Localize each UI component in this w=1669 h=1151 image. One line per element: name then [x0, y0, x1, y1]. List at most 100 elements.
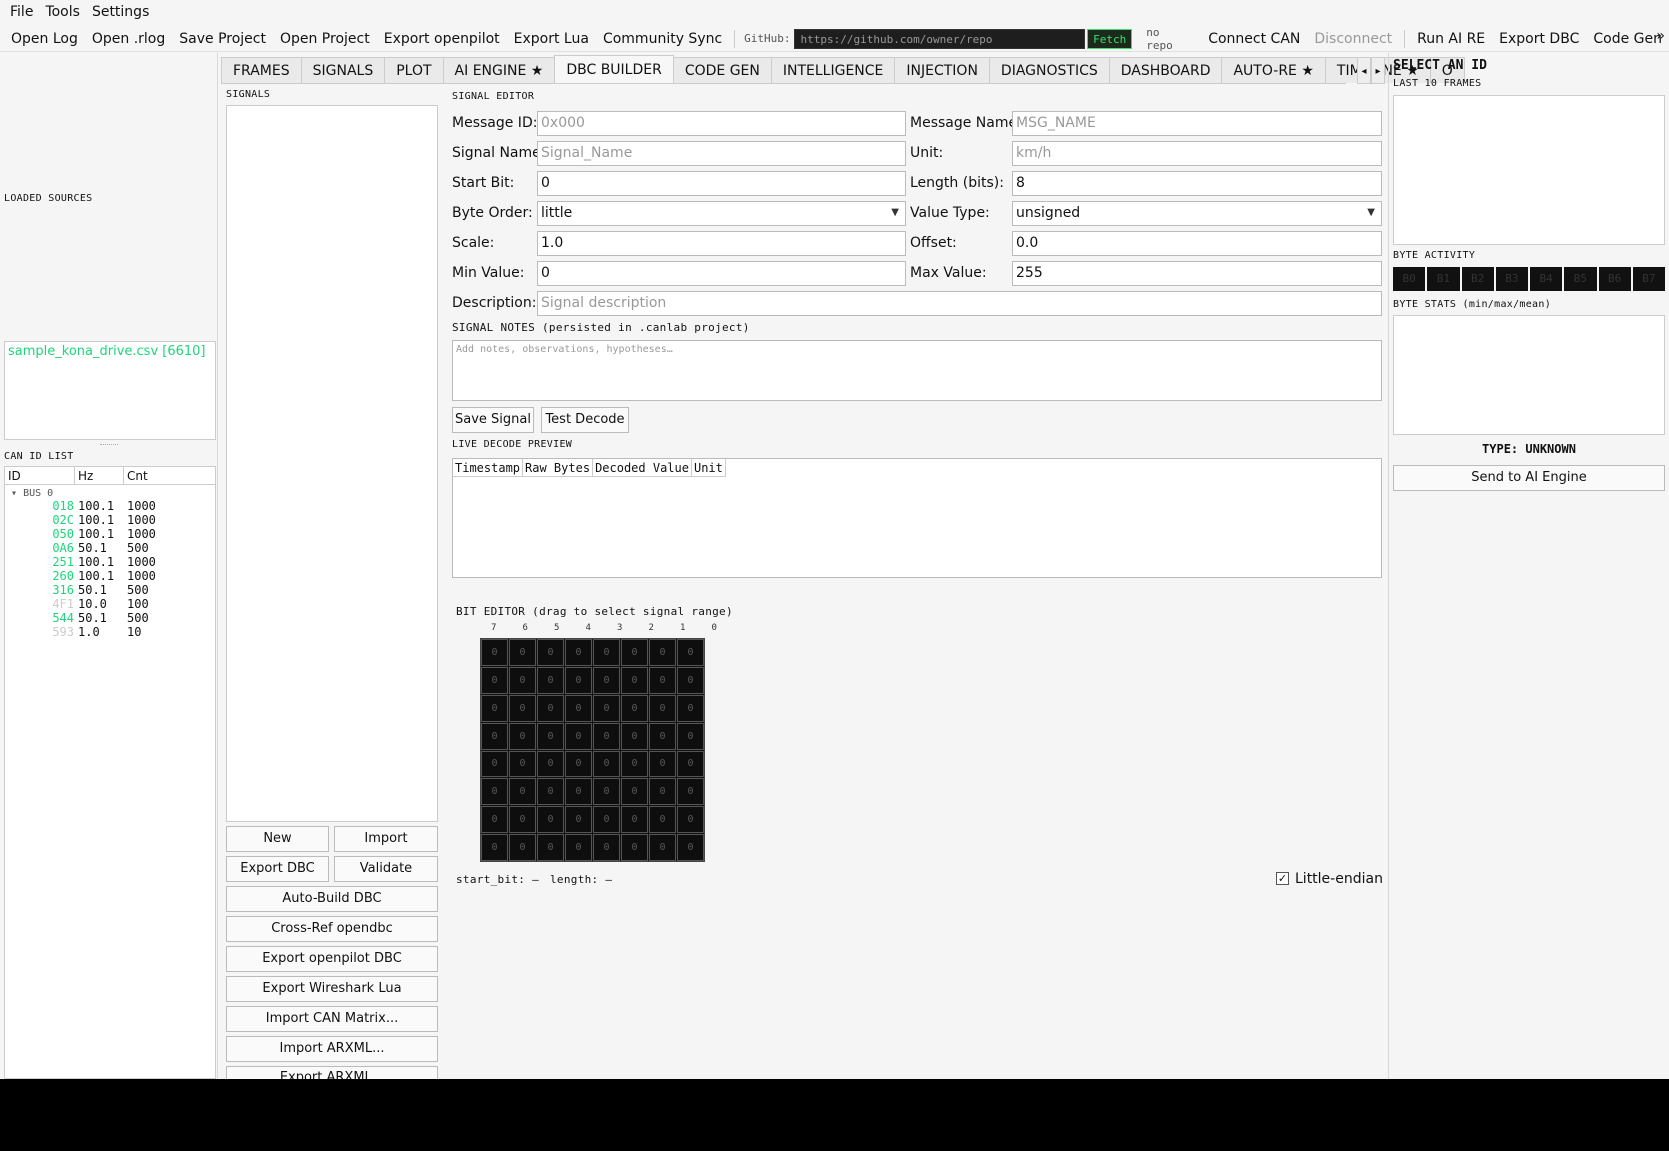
bit-cell[interactable]: 0 [621, 694, 648, 722]
bit-cell[interactable]: 0 [537, 778, 564, 806]
bit-cell[interactable]: 0 [509, 694, 536, 722]
offset-input[interactable]: 0.0 [1012, 231, 1382, 256]
send-to-ai-engine-button[interactable]: Send to AI Engine [1393, 465, 1665, 491]
can-id-row[interactable]: 0A6 50.1 500 [5, 541, 215, 555]
message-name-input[interactable]: MSG_NAME [1012, 111, 1382, 136]
max-value-input[interactable]: 255 [1012, 261, 1382, 286]
bit-cell[interactable]: 0 [621, 666, 648, 694]
scale-input[interactable]: 1.0 [537, 231, 906, 256]
bit-cell[interactable]: 0 [677, 750, 704, 778]
bit-grid[interactable]: 0000000000000000000000000000000000000000… [480, 638, 705, 862]
can-id-row[interactable]: 02C 100.1 1000 [5, 513, 215, 527]
splitter-handle[interactable] [100, 444, 118, 445]
open-log-button[interactable]: Open Log [4, 31, 85, 47]
bit-cell[interactable]: 0 [677, 666, 704, 694]
bit-cell[interactable]: 0 [481, 666, 508, 694]
byte-order-select[interactable]: little ▼ [537, 201, 906, 226]
bit-cell[interactable]: 0 [677, 639, 704, 666]
bit-cell[interactable]: 0 [509, 750, 536, 778]
tab-scroll-right-icon[interactable]: ▸ [1371, 57, 1385, 84]
open-project-button[interactable]: Open Project [273, 31, 377, 47]
bit-cell[interactable]: 0 [621, 722, 648, 750]
export-lua-button[interactable]: Export Lua [507, 31, 596, 47]
bit-cell[interactable]: 0 [621, 639, 648, 666]
tab-frames[interactable]: FRAMES [221, 57, 302, 83]
column-hz[interactable]: Hz [75, 466, 124, 485]
can-id-row[interactable]: 4F1 10.0 100 [5, 597, 215, 611]
cross-ref-opendbc-button[interactable]: Cross-Ref opendbc [226, 916, 438, 942]
tab-injection[interactable]: INJECTION [894, 57, 990, 83]
menu-file[interactable]: File [4, 4, 39, 20]
tab-plot[interactable]: PLOT [384, 57, 444, 83]
bit-cell[interactable]: 0 [677, 778, 704, 806]
community-sync-button[interactable]: Community Sync [596, 31, 729, 47]
tab-scroll-left-icon[interactable]: ◂ [1357, 57, 1371, 84]
export-openpilot-dbc-button[interactable]: Export openpilot DBC [226, 946, 438, 972]
bit-cell[interactable]: 0 [509, 834, 536, 861]
bit-cell[interactable]: 0 [565, 834, 592, 861]
export-dbc-button[interactable]: Export DBC [226, 856, 329, 882]
import-can-matrix-button[interactable]: Import CAN Matrix... [226, 1006, 438, 1032]
can-id-row[interactable]: 050 100.1 1000 [5, 527, 215, 541]
signal-name-input[interactable]: Signal_Name [537, 141, 906, 166]
bit-cell[interactable]: 0 [677, 722, 704, 750]
bit-cell[interactable]: 0 [649, 639, 676, 666]
export-openpilot-button[interactable]: Export openpilot [377, 31, 507, 47]
bit-cell[interactable]: 0 [481, 750, 508, 778]
column-unit[interactable]: Unit [691, 459, 726, 477]
export-wireshark-lua-button[interactable]: Export Wireshark Lua [226, 976, 438, 1002]
bit-cell[interactable]: 0 [649, 666, 676, 694]
can-id-row[interactable]: 593 1.0 10 [5, 625, 215, 639]
bit-cell[interactable]: 0 [593, 778, 620, 806]
length-input[interactable]: 8 [1012, 171, 1382, 196]
signals-list[interactable] [226, 105, 438, 822]
last-frames-list[interactable] [1393, 95, 1665, 245]
bit-cell[interactable]: 0 [677, 694, 704, 722]
little-endian-checkbox[interactable]: ✓ [1276, 872, 1289, 885]
bit-cell[interactable]: 0 [565, 722, 592, 750]
tab-ai-engine[interactable]: AI ENGINE ★ [442, 57, 556, 83]
min-value-input[interactable]: 0 [537, 261, 906, 286]
bit-cell[interactable]: 0 [565, 806, 592, 834]
can-id-row[interactable]: 251 100.1 1000 [5, 555, 215, 569]
import-button[interactable]: Import [334, 826, 438, 852]
bit-cell[interactable]: 0 [677, 806, 704, 834]
tab-code-gen[interactable]: CODE GEN [672, 57, 772, 83]
can-id-row[interactable]: 544 50.1 500 [5, 611, 215, 625]
bit-cell[interactable]: 0 [565, 750, 592, 778]
bit-cell[interactable]: 0 [537, 694, 564, 722]
live-decode-table[interactable]: Timestamp Raw Bytes Decoded Value Unit [452, 458, 1382, 578]
column-decoded-value[interactable]: Decoded Value [593, 459, 692, 477]
value-type-select[interactable]: unsigned ▼ [1012, 201, 1382, 226]
auto-build-dbc-button[interactable]: Auto-Build DBC [226, 886, 438, 912]
validate-button[interactable]: Validate [334, 856, 438, 882]
bit-cell[interactable]: 0 [481, 778, 508, 806]
can-id-row[interactable]: 316 50.1 500 [5, 583, 215, 597]
bit-cell[interactable]: 0 [593, 806, 620, 834]
export-dbc-toolbar-button[interactable]: Export DBC [1492, 31, 1586, 47]
bit-cell[interactable]: 0 [593, 666, 620, 694]
bit-cell[interactable]: 0 [593, 639, 620, 666]
bit-cell[interactable]: 0 [565, 778, 592, 806]
bit-cell[interactable]: 0 [593, 694, 620, 722]
bus-node[interactable]: ▾ BUS 0 [5, 485, 215, 499]
column-id[interactable]: ID [5, 466, 75, 485]
can-id-tree[interactable]: ID Hz Cnt ▾ BUS 0 018 100.1 1000 02C 100.1 10… [4, 466, 216, 1079]
save-signal-button[interactable]: Save Signal [452, 407, 534, 433]
bit-cell[interactable]: 0 [565, 666, 592, 694]
bit-cell[interactable]: 0 [537, 750, 564, 778]
tab-intelligence[interactable]: INTELLIGENCE [770, 57, 896, 83]
run-ai-re-button[interactable]: Run AI RE [1410, 31, 1492, 47]
bit-cell[interactable]: 0 [593, 750, 620, 778]
export-arxml-button[interactable]: Export ARXML... [226, 1066, 438, 1079]
bit-cell[interactable]: 0 [509, 722, 536, 750]
start-bit-input[interactable]: 0 [537, 171, 906, 196]
bit-cell[interactable]: 0 [537, 834, 564, 861]
tab-auto-re[interactable]: AUTO-RE ★ [1221, 57, 1326, 83]
tab-dbc-builder[interactable]: DBC BUILDER [554, 55, 674, 83]
save-project-button[interactable]: Save Project [172, 31, 273, 47]
tab-diagnostics[interactable]: DIAGNOSTICS [988, 57, 1110, 83]
bit-cell[interactable]: 0 [481, 834, 508, 861]
bit-cell[interactable]: 0 [565, 694, 592, 722]
new-signal-button[interactable]: New [226, 826, 329, 852]
